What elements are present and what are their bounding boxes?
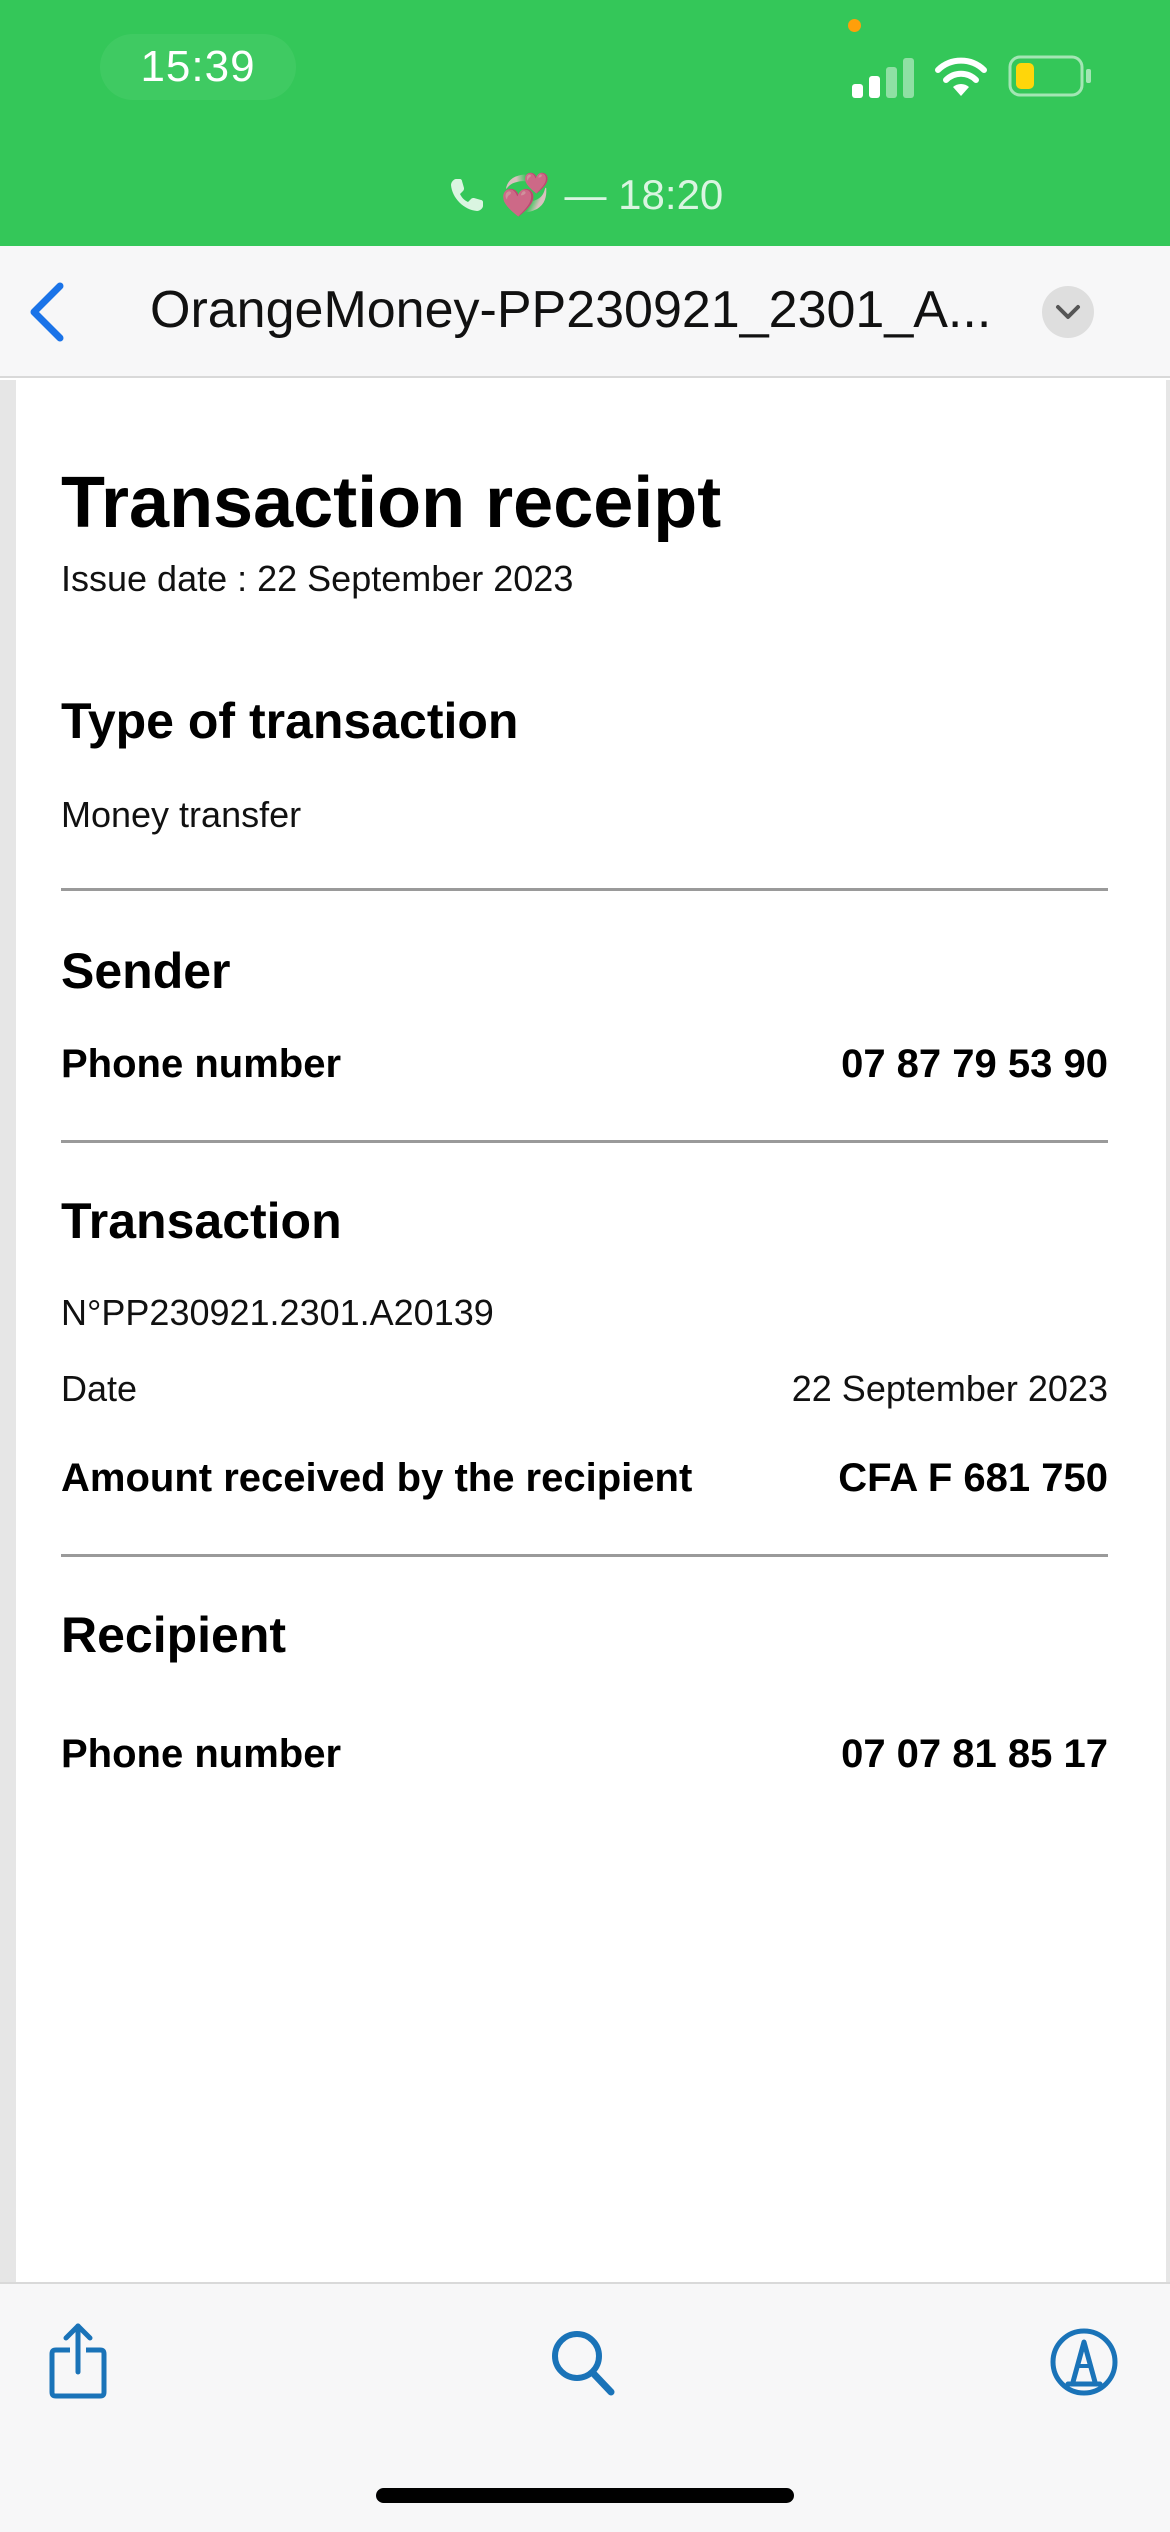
transaction-date-row: Date 22 September 2023 (61, 1368, 1108, 1410)
call-duration: — 18:20 (564, 171, 724, 218)
section-divider (61, 888, 1108, 891)
signal-icon (852, 58, 914, 98)
transaction-date-value: 22 September 2023 (791, 1368, 1108, 1409)
amount-label: Amount received by the recipient (61, 1456, 693, 1500)
title-menu-button[interactable] (1042, 286, 1094, 338)
search-icon[interactable] (545, 2320, 625, 2404)
share-icon[interactable] (42, 2320, 122, 2404)
camera-indicator-dot (848, 19, 861, 32)
chevron-down-icon (1056, 305, 1080, 319)
battery-icon (1008, 55, 1091, 97)
screen: 15:39 💞 — 18:20 OrangeMoney-PP230921_230… (0, 0, 1170, 2532)
battery-level-fill (1016, 63, 1034, 89)
recipient-phone-row: Phone number 07 07 81 85 17 (61, 1732, 1108, 1777)
active-call-banner[interactable]: 💞 — 18:20 (0, 162, 1170, 228)
amount-value: CFA F 681 750 (838, 1456, 1108, 1500)
recipient-phone-label: Phone number (61, 1732, 342, 1776)
transaction-number: N°PP230921.2301.A20139 (61, 1292, 494, 1333)
transaction-heading: Transaction (61, 1193, 342, 1249)
phone-icon (450, 179, 483, 211)
sender-phone-label: Phone number (61, 1042, 342, 1086)
type-of-transaction-heading: Type of transaction (61, 693, 519, 749)
markup-icon[interactable] (1044, 2320, 1124, 2404)
call-contact-emoji: 💞 (500, 173, 551, 217)
status-bar[interactable]: 15:39 💞 — 18:20 (0, 0, 1170, 246)
section-divider (61, 1554, 1108, 1557)
recipient-heading: Recipient (61, 1607, 287, 1663)
recipient-phone-value: 07 07 81 85 17 (841, 1732, 1108, 1776)
document-title[interactable]: OrangeMoney-PP230921_2301_A... (150, 274, 1020, 346)
section-divider (61, 1140, 1108, 1143)
transaction-date-label: Date (61, 1368, 138, 1409)
pdf-page: Transaction receipt Issue date : 22 Sept… (16, 380, 1166, 2282)
transaction-type-value: Money transfer (61, 794, 302, 835)
navigation-bar: OrangeMoney-PP230921_2301_A... (0, 246, 1170, 378)
wifi-icon (935, 57, 987, 96)
sender-heading: Sender (61, 943, 231, 999)
document-viewer[interactable]: Transaction receipt Issue date : 22 Sept… (0, 380, 1170, 2282)
amount-row: Amount received by the recipient CFA F 6… (61, 1456, 1108, 1501)
receipt-title: Transaction receipt (61, 463, 722, 543)
sender-phone-row: Phone number 07 87 79 53 90 (61, 1042, 1108, 1087)
status-time[interactable]: 15:39 (100, 34, 296, 100)
home-indicator[interactable] (376, 2488, 794, 2503)
chevron-left-icon[interactable] (24, 280, 68, 344)
issue-date: Issue date : 22 September 2023 (61, 558, 574, 599)
sender-phone-value: 07 87 79 53 90 (841, 1042, 1108, 1086)
